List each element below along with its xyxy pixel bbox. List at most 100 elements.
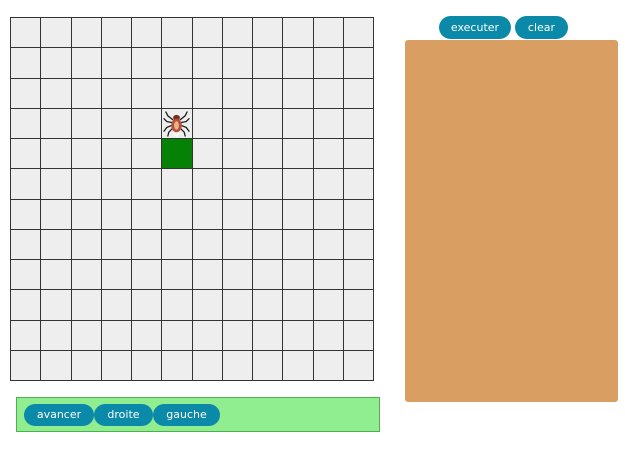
board-cell xyxy=(192,290,223,321)
board-cell xyxy=(41,290,72,321)
board-cell xyxy=(283,48,314,79)
board-cell xyxy=(162,290,193,321)
board-cell xyxy=(222,260,253,291)
board-cell xyxy=(132,108,163,139)
board-cell xyxy=(253,229,284,260)
board-cell xyxy=(313,169,344,200)
turn-left-block[interactable]: gauche xyxy=(153,403,220,426)
board-cell xyxy=(132,229,163,260)
board-cell xyxy=(283,350,314,381)
board-cell xyxy=(313,350,344,381)
board-cell xyxy=(11,169,42,200)
board-cell xyxy=(343,78,374,109)
board-cell xyxy=(253,290,284,321)
board-cell xyxy=(253,320,284,351)
board-cell xyxy=(343,48,374,79)
board-cell xyxy=(222,199,253,230)
board-cell xyxy=(41,169,72,200)
board-cell xyxy=(11,108,42,139)
turn-right-block[interactable]: droite xyxy=(94,403,153,426)
board-cell xyxy=(71,290,102,321)
board-cell xyxy=(101,290,132,321)
board-cell xyxy=(283,78,314,109)
board-cell xyxy=(71,139,102,170)
board-cell xyxy=(343,139,374,170)
board-cell xyxy=(71,229,102,260)
board-cell xyxy=(253,78,284,109)
board-cell xyxy=(343,350,374,381)
board-cell xyxy=(101,78,132,109)
board-cell xyxy=(343,199,374,230)
board-cell xyxy=(162,199,193,230)
board-cell xyxy=(101,169,132,200)
board-cell xyxy=(162,169,193,200)
board-cell xyxy=(41,108,72,139)
board-cell xyxy=(71,350,102,381)
board-cell xyxy=(71,108,102,139)
board-cell xyxy=(222,139,253,170)
board-cell xyxy=(222,229,253,260)
spider-icon xyxy=(163,110,190,137)
board-cell xyxy=(222,48,253,79)
board-cell xyxy=(192,48,223,79)
board-cell xyxy=(71,78,102,109)
board-cell xyxy=(101,48,132,79)
board-cell xyxy=(162,48,193,79)
board-cell xyxy=(11,320,42,351)
board-cell xyxy=(41,229,72,260)
board-cell xyxy=(283,260,314,291)
board-cell xyxy=(313,18,344,49)
board-cell xyxy=(41,320,72,351)
clear-button[interactable]: clear xyxy=(515,16,568,39)
execute-button[interactable]: executer xyxy=(439,16,511,39)
board-cell xyxy=(11,260,42,291)
board-cell xyxy=(101,108,132,139)
board-cell xyxy=(11,199,42,230)
board-cell xyxy=(41,260,72,291)
board-cell xyxy=(192,229,223,260)
board-cell xyxy=(71,18,102,49)
board-cell xyxy=(101,18,132,49)
board-cell xyxy=(253,199,284,230)
board-cell xyxy=(192,108,223,139)
board-cell xyxy=(192,350,223,381)
board-cell xyxy=(283,199,314,230)
board-cell xyxy=(283,229,314,260)
board-cell xyxy=(71,260,102,291)
board-cell xyxy=(343,229,374,260)
board-cell xyxy=(313,199,344,230)
board-cell xyxy=(222,169,253,200)
toolbar: executer clear xyxy=(439,16,568,39)
board-cell xyxy=(101,139,132,170)
board-cell xyxy=(41,18,72,49)
board-cell xyxy=(41,48,72,79)
goal-cell xyxy=(162,139,193,170)
board-cell xyxy=(162,320,193,351)
board-cell xyxy=(71,199,102,230)
board-cell xyxy=(11,48,42,79)
board-cell xyxy=(253,260,284,291)
board-cell xyxy=(343,169,374,200)
board-cell xyxy=(253,169,284,200)
board-cell xyxy=(343,18,374,49)
board-cell xyxy=(313,260,344,291)
board-cell xyxy=(101,199,132,230)
board-cell xyxy=(222,350,253,381)
board-cell xyxy=(313,108,344,139)
board-cell xyxy=(41,139,72,170)
board-cell xyxy=(41,199,72,230)
forward-block[interactable]: avancer xyxy=(24,403,94,426)
board-cell xyxy=(253,350,284,381)
board-cell xyxy=(192,18,223,49)
board-cell xyxy=(101,350,132,381)
board-cell xyxy=(132,260,163,291)
board-cell xyxy=(343,260,374,291)
board-cell xyxy=(71,169,102,200)
board-cell xyxy=(162,18,193,49)
command-palette: avancer droite gauche xyxy=(16,397,380,432)
board-cell xyxy=(253,18,284,49)
board-cell xyxy=(132,320,163,351)
board-cell xyxy=(343,320,374,351)
program-drop-area[interactable] xyxy=(405,40,618,402)
board-cell xyxy=(253,108,284,139)
